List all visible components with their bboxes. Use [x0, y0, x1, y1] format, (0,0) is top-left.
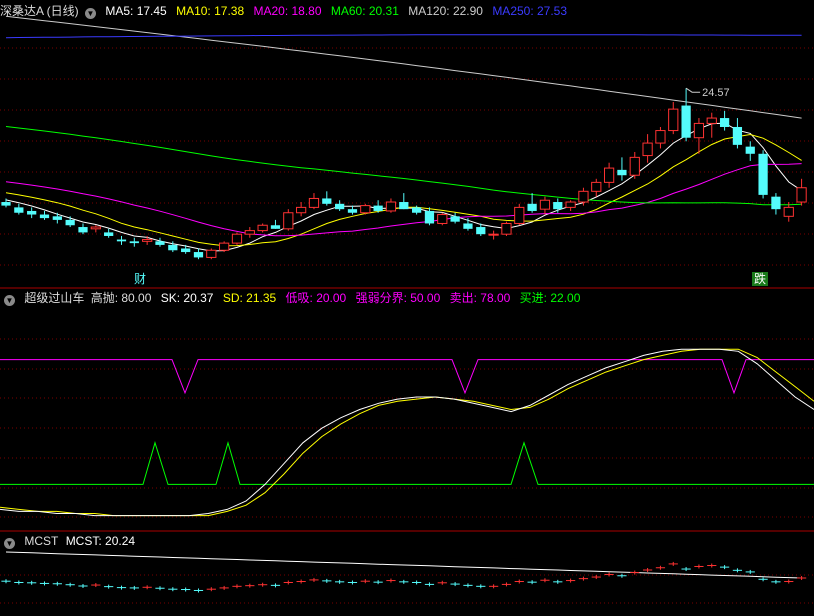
- candle-body: [655, 130, 666, 144]
- candle-body: [488, 233, 499, 236]
- candle-body: [373, 205, 383, 211]
- stock-title: 深桑达A (日线): [0, 4, 79, 18]
- low-buy-label: 低吸: 20.00: [285, 291, 347, 305]
- sell-signal-line: [0, 359, 814, 395]
- candle-body: [206, 249, 217, 258]
- candle-body: [642, 142, 653, 157]
- chart-canvas: 24.57: [0, 15, 814, 604]
- candle-body: [335, 203, 345, 210]
- candle-body: [771, 196, 781, 210]
- ma120-line: [5, 15, 802, 119]
- candle-body: [424, 210, 435, 224]
- ma5-label: MA5: 17.45: [105, 4, 167, 18]
- candle-body: [360, 205, 371, 214]
- candle-body: [501, 222, 512, 235]
- candle-body: [385, 201, 397, 212]
- candle-body: [539, 199, 551, 210]
- mcst-header: ▼ MCST MCST: 20.24: [0, 533, 141, 549]
- indicator-header: ▼ 超级过山车 高抛: 80.00 SK: 20.37 SD: 21.35 低吸…: [0, 290, 586, 306]
- candle-body: [591, 181, 602, 192]
- marker-cai: 财: [134, 272, 147, 286]
- candle-body: [181, 248, 191, 253]
- mcst-value: MCST: 20.24: [65, 534, 136, 548]
- candle-body: [527, 203, 537, 211]
- ma10-label: MA10: 17.38: [176, 4, 245, 18]
- candle-body: [437, 214, 448, 224]
- candle-body: [732, 126, 743, 145]
- chevron-down-icon[interactable]: ▼: [4, 538, 15, 549]
- candle-body: [168, 244, 178, 251]
- candle-body: [219, 242, 230, 251]
- ma20-label: MA20: 18.80: [253, 4, 322, 18]
- stock-chart-window: 24.57 深桑达A (日线) ▼ MA5: 17.45 MA10: 17.38…: [0, 0, 814, 616]
- mcst-name: MCST: [24, 534, 59, 548]
- candle-body: [681, 105, 691, 138]
- candle-body: [14, 207, 24, 213]
- candle-body: [39, 214, 50, 219]
- high-sell-label: 高抛: 80.00: [90, 291, 152, 305]
- candle-body: [283, 212, 294, 230]
- candle-body: [783, 206, 794, 217]
- mid-line-label: 强弱分界: 50.00: [355, 291, 441, 305]
- candle-body: [322, 198, 332, 204]
- ma250-label: MA250: 27.53: [492, 4, 568, 18]
- candle-body: [629, 156, 640, 176]
- sk-label: SK: 20.37: [160, 291, 214, 305]
- sd-line: [0, 348, 814, 517]
- mcst-line: [5, 551, 802, 579]
- candle-body: [257, 224, 268, 232]
- candle-body: [412, 207, 422, 213]
- candle-body: [578, 190, 589, 203]
- candle-body: [116, 239, 127, 242]
- candle-body: [90, 226, 101, 230]
- sk-line: [0, 348, 814, 517]
- candle-body: [514, 206, 525, 224]
- candle-body: [796, 187, 807, 203]
- candle-body: [270, 225, 281, 229]
- candle-body: [244, 230, 255, 235]
- chevron-down-icon[interactable]: ▼: [85, 8, 97, 19]
- ma120-label: MA120: 22.90: [408, 4, 483, 18]
- candle-body: [758, 153, 768, 195]
- candle-body: [399, 202, 409, 210]
- candle-body: [193, 252, 204, 258]
- candle-body: [52, 216, 62, 220]
- candle-body: [553, 202, 563, 210]
- candle-body: [231, 233, 243, 244]
- candle-body: [155, 241, 165, 245]
- candle-body: [565, 201, 576, 208]
- sell-label: 卖出: 78.00: [449, 291, 511, 305]
- buy-label: 买进: 22.00: [519, 291, 581, 305]
- marker-die: 跌: [752, 272, 769, 286]
- candle-body: [129, 241, 139, 244]
- candle-body: [104, 232, 114, 236]
- candle-body: [668, 108, 679, 132]
- candle-body: [450, 216, 460, 222]
- indicator-name: 超级过山车: [24, 291, 85, 305]
- candle-body: [693, 122, 705, 139]
- main-header: 深桑达A (日线) ▼ MA5: 17.45 MA10: 17.38 MA20:…: [0, 3, 573, 19]
- candle-body: [296, 206, 307, 214]
- candle-body: [142, 239, 153, 242]
- candle-body: [719, 118, 730, 127]
- candle-body: [617, 169, 627, 176]
- high-pointer: [685, 87, 701, 93]
- candle-body: [27, 210, 37, 215]
- candle-body: [463, 223, 473, 229]
- high-price-label: 24.57: [702, 87, 730, 99]
- candle-body: [347, 209, 358, 213]
- ma60-label: MA60: 20.31: [330, 4, 399, 18]
- candle-body: [706, 117, 717, 124]
- candle-body: [476, 227, 486, 235]
- candle-body: [603, 167, 615, 183]
- candle-body: [65, 219, 75, 226]
- candle-body: [1, 202, 11, 206]
- sd-label: SD: 21.35: [222, 291, 277, 305]
- ma250-line: [5, 34, 802, 39]
- chevron-down-icon[interactable]: ▼: [4, 295, 15, 306]
- candle-body: [78, 227, 88, 233]
- candle-body: [308, 197, 320, 208]
- candle-body: [745, 146, 755, 154]
- buy-signal-line: [0, 440, 814, 485]
